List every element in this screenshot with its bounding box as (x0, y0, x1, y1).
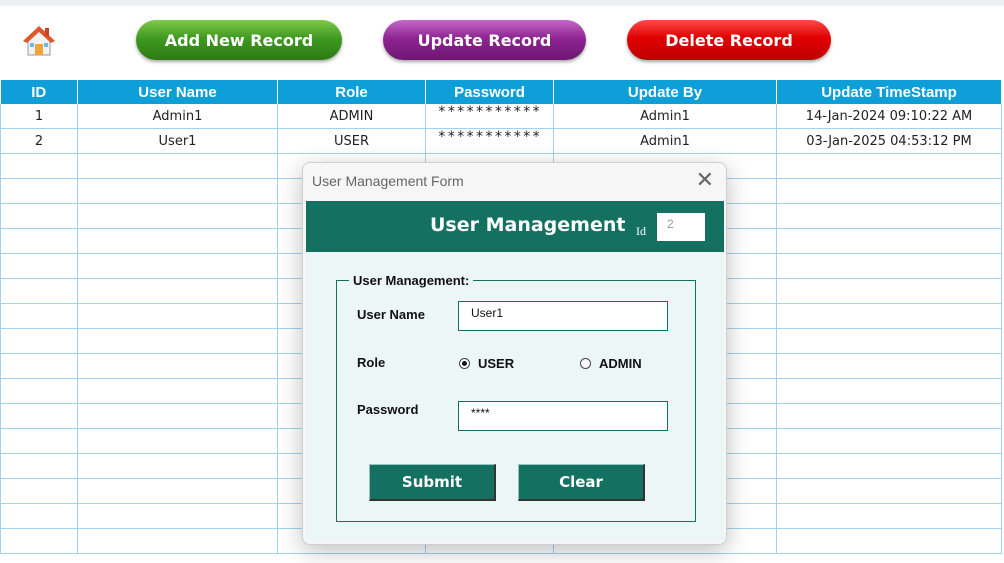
cell-update-timestamp[interactable]: 03-Jan-2025 04:53:12 PM (776, 128, 1002, 154)
form-banner: User Management Id 2 (306, 201, 724, 252)
cell-role[interactable]: USER (277, 128, 426, 154)
table-row[interactable]: 2 User1 USER *********** Admin1 03-Jan-2… (0, 128, 1002, 154)
clear-button[interactable]: Clear (518, 464, 645, 501)
group-label: User Management: (349, 273, 474, 288)
empty-cell[interactable] (776, 303, 1002, 329)
cell-id[interactable]: 2 (0, 128, 78, 154)
id-field[interactable]: 2 (657, 213, 705, 241)
empty-cell[interactable] (776, 528, 1002, 554)
empty-cell[interactable] (0, 403, 78, 429)
empty-cell[interactable] (776, 453, 1002, 479)
table-header-row: ID User Name Role Password Update By Upd… (0, 80, 1002, 104)
empty-cell[interactable] (77, 378, 278, 404)
empty-cell[interactable] (776, 253, 1002, 279)
cell-update-by[interactable]: Admin1 (553, 128, 777, 154)
empty-cell[interactable] (776, 503, 1002, 529)
role-option-admin-label: ADMIN (599, 356, 642, 371)
cell-update-timestamp[interactable]: 14-Jan-2024 09:10:22 AM (776, 104, 1002, 129)
radio-selected-icon (459, 358, 470, 369)
empty-cell[interactable] (776, 353, 1002, 379)
id-label: Id (636, 224, 646, 238)
empty-cell[interactable] (77, 253, 278, 279)
col-header-user-name[interactable]: User Name (77, 80, 278, 104)
col-header-role[interactable]: Role (277, 80, 426, 104)
dialog-title: User Management Form (312, 173, 464, 189)
empty-cell[interactable] (77, 353, 278, 379)
empty-cell[interactable] (77, 328, 278, 354)
empty-cell[interactable] (776, 403, 1002, 429)
role-option-user-label: USER (478, 356, 515, 371)
col-header-id[interactable]: ID (0, 80, 78, 104)
empty-cell[interactable] (0, 378, 78, 404)
empty-cell[interactable] (0, 303, 78, 329)
col-header-update-timestamp[interactable]: Update TimeStamp (776, 80, 1002, 104)
empty-cell[interactable] (0, 228, 78, 254)
empty-cell[interactable] (776, 228, 1002, 254)
empty-cell[interactable] (0, 278, 78, 304)
cell-update-by[interactable]: Admin1 (553, 104, 777, 129)
empty-cell[interactable] (0, 503, 78, 529)
empty-cell[interactable] (0, 478, 78, 504)
username-field[interactable]: User1 (458, 301, 668, 331)
empty-cell[interactable] (77, 528, 278, 554)
radio-unselected-icon (580, 358, 591, 369)
cell-user-name[interactable]: User1 (77, 128, 278, 154)
delete-record-button[interactable]: Delete Record (627, 20, 831, 60)
empty-cell[interactable] (77, 428, 278, 454)
username-label: User Name (357, 307, 425, 322)
empty-cell[interactable] (77, 178, 278, 204)
empty-cell[interactable] (77, 203, 278, 229)
role-radio-admin[interactable]: ADMIN (580, 356, 642, 371)
toolbar: Add New Record Update Record Delete Reco… (0, 6, 1004, 80)
empty-cell[interactable] (776, 328, 1002, 354)
empty-cell[interactable] (77, 303, 278, 329)
empty-cell[interactable] (77, 453, 278, 479)
empty-cell[interactable] (776, 153, 1002, 179)
empty-cell[interactable] (776, 178, 1002, 204)
cell-user-name[interactable]: Admin1 (77, 104, 278, 129)
empty-cell[interactable] (0, 153, 78, 179)
empty-cell[interactable] (776, 278, 1002, 304)
user-management-group: User Management: User Name User1 Role US… (336, 273, 696, 522)
role-radio-user[interactable]: USER (459, 356, 514, 371)
empty-cell[interactable] (77, 278, 278, 304)
submit-button[interactable]: Submit (369, 464, 496, 501)
add-new-record-button[interactable]: Add New Record (136, 20, 342, 60)
empty-cell[interactable] (77, 228, 278, 254)
empty-cell[interactable] (0, 178, 78, 204)
empty-cell[interactable] (0, 253, 78, 279)
empty-cell[interactable] (0, 203, 78, 229)
empty-cell[interactable] (776, 478, 1002, 504)
cell-password[interactable]: *********** (425, 128, 554, 154)
dialog-body: User Management Id 2 User Management: Us… (306, 201, 724, 541)
empty-cell[interactable] (0, 453, 78, 479)
update-record-button[interactable]: Update Record (383, 20, 586, 60)
empty-cell[interactable] (0, 353, 78, 379)
password-field[interactable]: **** (458, 401, 668, 431)
cell-password[interactable]: *********** (425, 104, 554, 129)
user-management-dialog: User Management Form ✕ User Management I… (302, 162, 727, 545)
empty-cell[interactable] (0, 528, 78, 554)
empty-cell[interactable] (0, 328, 78, 354)
empty-cell[interactable] (776, 378, 1002, 404)
cell-id[interactable]: 1 (0, 104, 78, 129)
col-header-update-by[interactable]: Update By (553, 80, 777, 104)
role-label: Role (357, 355, 386, 370)
empty-cell[interactable] (77, 503, 278, 529)
banner-title: User Management (430, 214, 626, 236)
empty-cell[interactable] (77, 153, 278, 179)
empty-cell[interactable] (0, 428, 78, 454)
table-row[interactable]: 1 Admin1 ADMIN *********** Admin1 14-Jan… (0, 104, 1002, 129)
cell-role[interactable]: ADMIN (277, 104, 426, 129)
empty-cell[interactable] (77, 478, 278, 504)
password-label: Password (357, 402, 419, 417)
home-icon[interactable] (22, 24, 56, 58)
close-icon[interactable]: ✕ (696, 169, 714, 191)
empty-cell[interactable] (776, 428, 1002, 454)
empty-cell[interactable] (77, 403, 278, 429)
empty-cell[interactable] (776, 203, 1002, 229)
col-header-password[interactable]: Password (425, 80, 554, 104)
